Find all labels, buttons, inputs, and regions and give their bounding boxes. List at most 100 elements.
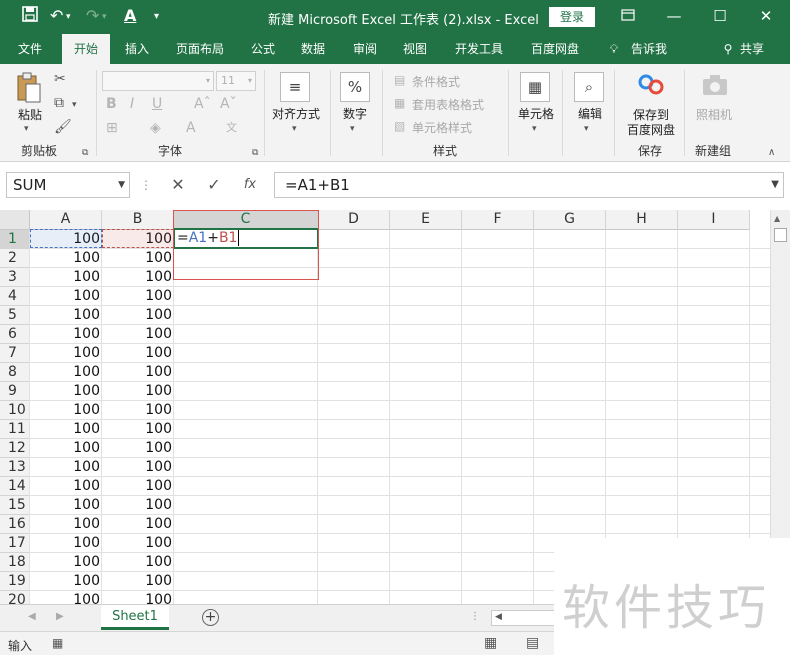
page-layout-view-icon[interactable]: ▤ bbox=[526, 635, 539, 651]
font-color-icon[interactable]: A bbox=[124, 6, 136, 25]
cell-a[interactable]: 100 bbox=[30, 477, 102, 496]
chevron-down-icon[interactable]: ▾ bbox=[350, 122, 355, 136]
share-button[interactable]: 共享 bbox=[736, 34, 768, 64]
cell-a[interactable]: 100 bbox=[30, 401, 102, 420]
cells-button[interactable]: 单元格 bbox=[514, 105, 558, 122]
row-header[interactable]: 3 bbox=[0, 268, 30, 287]
underline-icon[interactable]: U bbox=[152, 97, 162, 111]
cell-a[interactable]: 100 bbox=[30, 306, 102, 325]
format-as-table-button[interactable]: 套用表格格式 bbox=[412, 96, 484, 113]
row-header[interactable]: 4 bbox=[0, 287, 30, 306]
alignment-button[interactable]: 对齐方式 bbox=[270, 105, 322, 122]
fill-color-icon[interactable]: ◈ bbox=[150, 121, 161, 135]
cell-a[interactable]: 100 bbox=[30, 287, 102, 306]
undo-dropdown-icon[interactable]: ▾ bbox=[66, 12, 71, 22]
cell-b[interactable]: 100 bbox=[102, 477, 174, 496]
cell-a[interactable]: 100 bbox=[30, 382, 102, 401]
bold-icon[interactable]: B bbox=[106, 97, 117, 111]
alignment-icon[interactable]: ≡ bbox=[280, 72, 310, 102]
cell-a[interactable]: 100 bbox=[30, 553, 102, 572]
camera-button[interactable]: 照相机 bbox=[694, 106, 734, 123]
scroll-left-icon[interactable]: ◀ bbox=[495, 612, 502, 622]
row-header[interactable]: 10 bbox=[0, 401, 30, 420]
column-header[interactable]: F bbox=[462, 210, 534, 230]
cell-b[interactable]: 100 bbox=[102, 496, 174, 515]
tab-insert[interactable]: 插入 bbox=[116, 34, 158, 64]
tab-formulas[interactable]: 公式 bbox=[242, 34, 284, 64]
row-header[interactable]: 12 bbox=[0, 439, 30, 458]
cell-b[interactable]: 100 bbox=[102, 382, 174, 401]
tab-developer[interactable]: 开发工具 bbox=[446, 34, 512, 64]
font-size-select[interactable]: 11 ▾ bbox=[216, 71, 256, 91]
cell-b[interactable]: 100 bbox=[102, 515, 174, 534]
italic-icon[interactable]: I bbox=[130, 97, 134, 111]
font-name-select[interactable]: ▾ bbox=[102, 71, 214, 91]
paste-dropdown-icon[interactable]: ▾ bbox=[24, 122, 29, 136]
save-to-baidu-line2[interactable]: 百度网盘 bbox=[624, 121, 678, 138]
row-header[interactable]: 6 bbox=[0, 325, 30, 344]
border-icon[interactable]: ⊞ bbox=[106, 121, 118, 135]
tab-home[interactable]: 开始 bbox=[62, 34, 110, 64]
cell-b[interactable]: 100 bbox=[102, 439, 174, 458]
cell-b[interactable]: 100 bbox=[102, 249, 174, 268]
collapse-ribbon-icon[interactable]: ∧ bbox=[768, 146, 775, 160]
phonetic-guide-icon[interactable]: 文 bbox=[226, 121, 237, 135]
cell-b[interactable]: 100 bbox=[102, 287, 174, 306]
number-button[interactable]: 数字 bbox=[340, 105, 370, 122]
cell-a[interactable]: 100 bbox=[30, 496, 102, 515]
tell-me-search[interactable]: 告诉我 bbox=[624, 34, 674, 64]
row-header[interactable]: 1 bbox=[0, 230, 30, 249]
conditional-format-button[interactable]: 条件格式 bbox=[412, 73, 460, 90]
cell-a[interactable]: 100 bbox=[30, 363, 102, 382]
cell-a[interactable]: 100 bbox=[30, 591, 102, 604]
cell-b[interactable]: 100 bbox=[102, 401, 174, 420]
minimize-icon[interactable]: — bbox=[662, 4, 686, 28]
cell-b[interactable]: 100 bbox=[102, 306, 174, 325]
login-button[interactable]: 登录 bbox=[549, 7, 595, 27]
paste-icon[interactable] bbox=[16, 72, 42, 107]
row-header[interactable]: 7 bbox=[0, 344, 30, 363]
chevron-down-icon[interactable]: ▼ bbox=[118, 173, 125, 197]
baidu-netdisk-icon[interactable] bbox=[638, 74, 664, 99]
row-header[interactable]: 13 bbox=[0, 458, 30, 477]
cell-b[interactable]: 100 bbox=[102, 325, 174, 344]
add-sheet-icon[interactable]: + bbox=[202, 609, 219, 626]
column-header[interactable]: A bbox=[30, 210, 102, 230]
cell-a[interactable]: 100 bbox=[30, 268, 102, 287]
customize-toolbar-icon[interactable]: ▾ bbox=[154, 11, 159, 22]
cell-a[interactable]: 100 bbox=[30, 420, 102, 439]
tab-review[interactable]: 审阅 bbox=[344, 34, 386, 64]
scroll-thumb[interactable] bbox=[774, 228, 787, 242]
search-icon[interactable]: ⌕ bbox=[574, 72, 604, 102]
row-header[interactable]: 15 bbox=[0, 496, 30, 515]
save-icon[interactable] bbox=[22, 6, 38, 26]
sheet-tab[interactable]: Sheet1 bbox=[101, 605, 169, 630]
paste-button[interactable]: 粘贴 bbox=[16, 106, 44, 123]
cell-b[interactable]: 100 bbox=[102, 534, 174, 553]
cell-styles-button[interactable]: 单元格样式 bbox=[412, 119, 472, 136]
tab-page-layout[interactable]: 页面布局 bbox=[168, 34, 232, 64]
column-header[interactable]: B bbox=[102, 210, 174, 230]
undo-icon[interactable]: ↶ bbox=[50, 6, 63, 25]
tab-data[interactable]: 数据 bbox=[292, 34, 334, 64]
row-header[interactable]: 18 bbox=[0, 553, 30, 572]
row-header[interactable]: 9 bbox=[0, 382, 30, 401]
cell-b[interactable]: 100 bbox=[102, 268, 174, 287]
cell-a[interactable]: 100 bbox=[30, 344, 102, 363]
formula-input[interactable]: =A1+B1 ▼ bbox=[274, 172, 784, 198]
column-header[interactable]: D bbox=[318, 210, 390, 230]
row-header[interactable]: 8 bbox=[0, 363, 30, 382]
cancel-icon[interactable]: ✕ bbox=[166, 172, 190, 198]
active-cell-editor[interactable]: =A1+B1 bbox=[173, 228, 319, 249]
column-header[interactable]: I bbox=[678, 210, 750, 230]
row-header[interactable]: 17 bbox=[0, 534, 30, 553]
cell-a[interactable]: 100 bbox=[30, 439, 102, 458]
enter-icon[interactable]: ✓ bbox=[202, 172, 226, 198]
dialog-launcher-icon[interactable]: ⧉ bbox=[82, 146, 88, 160]
cells-icon[interactable]: ▦ bbox=[520, 72, 550, 102]
normal-view-icon[interactable]: ▦ bbox=[484, 635, 497, 651]
tab-file[interactable]: 文件 bbox=[8, 34, 52, 64]
row-header[interactable]: 19 bbox=[0, 572, 30, 591]
sheet-prev-icon[interactable]: ◀ bbox=[28, 611, 36, 622]
tab-baidu-netdisk[interactable]: 百度网盘 bbox=[522, 34, 588, 64]
